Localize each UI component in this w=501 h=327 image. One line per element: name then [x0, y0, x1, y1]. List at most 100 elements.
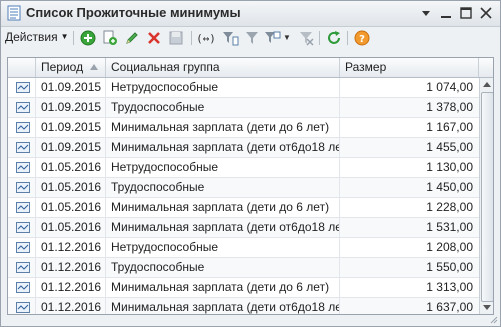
toolbar-divider	[319, 31, 320, 45]
record-icon	[16, 242, 30, 253]
table-row[interactable]: 01.09.2015 Минимальная зарплата (дети до …	[8, 118, 479, 138]
record-icon	[16, 182, 30, 193]
delete-icon[interactable]	[145, 29, 163, 47]
size-cell: 1 074,00	[426, 80, 473, 94]
record-icon	[16, 222, 30, 233]
period-cell: 01.12.2016	[36, 298, 106, 314]
table-body: 01.09.2015 Нетрудоспособные 1 074,00 01.09…	[8, 78, 479, 314]
add-icon[interactable]	[79, 29, 97, 47]
size-cell: 1 167,00	[426, 120, 473, 134]
data-table: Период Социальная группа Размер 01.09.20…	[7, 57, 494, 315]
actions-menu-label: Действия	[5, 30, 58, 44]
edit-icon[interactable]	[123, 29, 141, 47]
size-cell: 1 378,00	[426, 100, 473, 114]
table-row[interactable]: 01.12.2016 Минимальная зарплата (дети от6…	[8, 298, 479, 314]
size-cell: 1 550,00	[426, 260, 473, 274]
title-bar: Список Прожиточные минимумы	[1, 1, 500, 27]
filter-settings-icon[interactable]	[221, 29, 239, 47]
period-cell: 01.05.2016	[36, 178, 106, 197]
size-cell: 1 637,00	[426, 300, 473, 314]
social-group-cell: Трудоспособные	[106, 258, 340, 277]
social-group-cell: Минимальная зарплата (дети до 6 лет)	[106, 118, 340, 137]
record-icon	[16, 122, 30, 133]
record-icon	[16, 282, 30, 293]
help-icon[interactable]: ?	[353, 29, 371, 47]
column-header-label: Социальная группа	[111, 60, 220, 74]
social-group-cell: Нетрудоспособные	[106, 78, 340, 97]
toolbar-divider	[73, 31, 74, 45]
table-row[interactable]: 01.09.2015 Минимальная зарплата (дети от6…	[8, 138, 479, 158]
filter-by-value-icon[interactable]	[263, 29, 281, 47]
period-cell: 01.09.2015	[36, 118, 106, 137]
record-icon	[16, 142, 30, 153]
refresh-icon[interactable]	[325, 29, 343, 47]
record-icon	[16, 162, 30, 173]
chevron-down-icon[interactable]: ▼	[283, 33, 291, 42]
table-row[interactable]: 01.12.2016 Трудоспособные 1 550,00	[8, 258, 479, 278]
size-cell: 1 208,00	[426, 240, 473, 254]
scrollbar-thumb[interactable]	[481, 92, 493, 302]
social-group-cell: Нетрудоспособные	[106, 158, 340, 177]
record-icon	[16, 202, 30, 213]
chevron-down-icon: ▼	[60, 32, 69, 41]
actions-menu-button[interactable]: Действия ▼	[5, 30, 69, 46]
list-window: Список Прожиточные минимумы Действия ▼ (…	[0, 0, 501, 327]
maximize-icon[interactable]	[457, 4, 475, 22]
size-cell: 1 531,00	[426, 220, 473, 234]
social-group-cell: Нетрудоспособные	[106, 238, 340, 257]
social-group-cell: Минимальная зарплата (дети до 6 лет)	[106, 278, 340, 297]
close-icon[interactable]	[477, 4, 495, 22]
size-cell: 1 130,00	[426, 160, 473, 174]
toolbar-divider	[347, 31, 348, 45]
column-header-label: Размер	[345, 60, 387, 74]
column-header-size[interactable]: Размер	[340, 58, 479, 77]
list-form-icon	[7, 5, 21, 21]
table-row[interactable]: 01.05.2016 Нетрудоспособные 1 130,00	[8, 158, 479, 178]
copy-icon[interactable]	[101, 29, 119, 47]
record-icon	[16, 262, 30, 273]
table-row[interactable]: 01.05.2016 Минимальная зарплата (дети от6…	[8, 218, 479, 238]
period-cell: 01.09.2015	[36, 98, 106, 117]
size-cell: 1 313,00	[426, 280, 473, 294]
svg-text:?: ?	[359, 34, 365, 45]
social-group-cell: Минимальная зарплата (дети от6до18 лет)	[106, 298, 340, 314]
toolbar-divider	[191, 31, 192, 45]
table-row[interactable]: 01.09.2015 Трудоспособные 1 378,00	[8, 98, 479, 118]
window-menu-icon[interactable]	[417, 4, 435, 22]
column-header-social-group[interactable]: Социальная группа	[106, 58, 340, 77]
column-header-period[interactable]: Период	[36, 58, 106, 77]
resize-grip-icon[interactable]	[488, 314, 498, 324]
clear-filter-icon[interactable]	[297, 29, 315, 47]
period-cell: 01.05.2016	[36, 198, 106, 217]
window-title: Список Прожиточные минимумы	[26, 5, 241, 20]
period-cell: 01.05.2016	[36, 218, 106, 237]
header-corner	[479, 58, 493, 77]
svg-text:(↔): (↔)	[197, 32, 215, 45]
table-row[interactable]: 01.09.2015 Нетрудоспособные 1 074,00	[8, 78, 479, 98]
sort-ascending-icon	[90, 64, 98, 70]
table-row[interactable]: 01.05.2016 Трудоспособные 1 450,00	[8, 178, 479, 198]
social-group-cell: Минимальная зарплата (дети до 6 лет)	[106, 198, 340, 217]
period-cell: 01.09.2015	[36, 78, 106, 97]
header-icon-column	[8, 58, 36, 77]
minimize-icon[interactable]	[437, 4, 455, 22]
record-icon	[16, 102, 30, 113]
size-cell: 1 228,00	[426, 200, 473, 214]
record-icon	[16, 302, 30, 313]
table-row[interactable]: 01.05.2016 Минимальная зарплата (дети до …	[8, 198, 479, 218]
vertical-scrollbar[interactable]	[479, 78, 493, 314]
social-group-cell: Минимальная зарплата (дети от6до18 лет)	[106, 218, 340, 237]
period-cell: 01.05.2016	[36, 158, 106, 177]
filter-icon[interactable]	[243, 29, 261, 47]
scroll-down-icon[interactable]	[481, 301, 493, 313]
table-row[interactable]: 01.12.2016 Нетрудоспособные 1 208,00	[8, 238, 479, 258]
interval-icon[interactable]: (↔)	[197, 29, 215, 47]
table-header: Период Социальная группа Размер	[8, 58, 493, 78]
period-cell: 01.09.2015	[36, 138, 106, 157]
post-icon[interactable]	[167, 29, 185, 47]
toolbar: Действия ▼ (↔) ▼ ?	[1, 27, 500, 49]
scroll-up-icon[interactable]	[481, 79, 493, 91]
table-row[interactable]: 01.12.2016 Минимальная зарплата (дети до …	[8, 278, 479, 298]
size-cell: 1 450,00	[426, 180, 473, 194]
period-cell: 01.12.2016	[36, 258, 106, 277]
